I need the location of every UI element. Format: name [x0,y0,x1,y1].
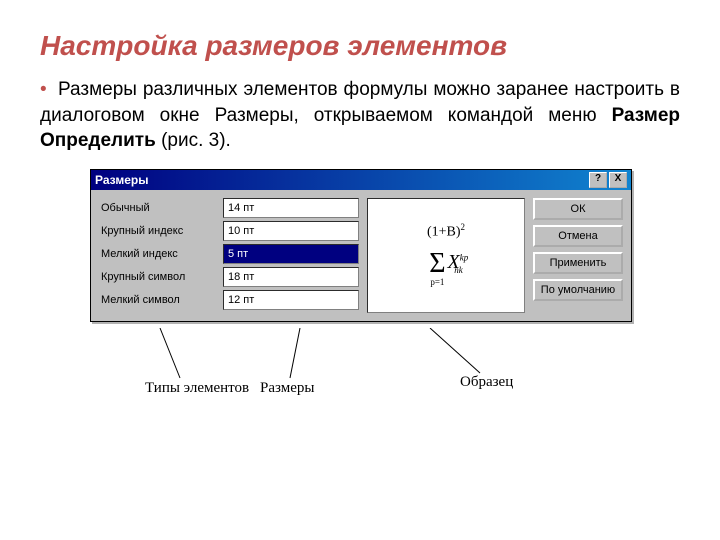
cancel-button[interactable]: Отмена [533,225,623,247]
bullet-dot: • [40,77,58,103]
page-title: Настройка размеров элементов [40,30,680,62]
field-label: Обычный [99,200,223,216]
field-row: Мелкий индекс 5 пт [99,244,359,264]
field-row: Мелкий символ 12 пт [99,290,359,310]
callout-area: Типы элементов Размеры Образец [90,328,630,418]
field-input-normal[interactable]: 14 пт [223,198,359,218]
callout-sample: Образец [460,374,513,391]
dialog-titlebar: Размеры ? X [91,170,631,190]
callout-types: Типы элементов [145,380,249,397]
sizes-dialog: Размеры ? X Обычный 14 пт Крупный индекс… [90,169,632,322]
dialog-title: Размеры [95,173,148,187]
field-input-large-symbol[interactable]: 18 пт [223,267,359,287]
field-row: Крупный символ 18 пт [99,267,359,287]
formula-preview: (1+B)2 Σ p=1 Xkpnk [367,198,525,313]
ok-button[interactable]: ОК [533,198,623,220]
field-label: Крупный индекс [99,223,223,239]
field-input-small-symbol[interactable]: 12 пт [223,290,359,310]
body-paragraph: •Размеры различных элементов формулы мож… [40,77,680,154]
field-input-large-index[interactable]: 10 пт [223,221,359,241]
field-input-small-index[interactable]: 5 пт [223,244,359,264]
callout-sizes: Размеры [260,380,314,397]
sigma-symbol: Σ [429,250,445,278]
help-button[interactable]: ? [589,172,607,188]
callout-arrows [90,328,630,418]
close-button[interactable]: X [609,172,627,188]
field-label: Мелкий символ [99,292,223,308]
field-label: Мелкий индекс [99,246,223,262]
field-row: Крупный индекс 10 пт [99,221,359,241]
apply-button[interactable]: Применить [533,252,623,274]
size-fields: Обычный 14 пт Крупный индекс 10 пт Мелки… [99,198,359,313]
field-row: Обычный 14 пт [99,198,359,218]
default-button[interactable]: По умолчанию [533,279,623,301]
field-label: Крупный символ [99,269,223,285]
